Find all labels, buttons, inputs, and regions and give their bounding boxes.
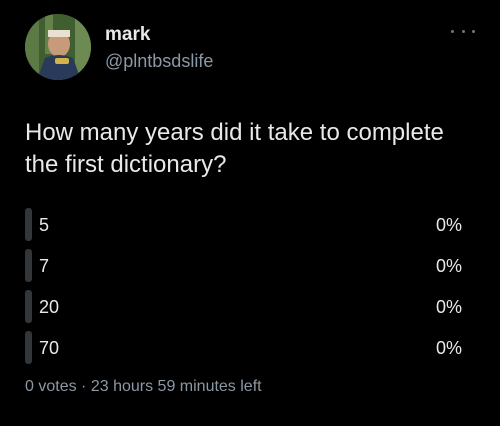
time-left: 23 hours 59 minutes left xyxy=(90,378,262,395)
poll-option-label: 7 xyxy=(39,256,50,276)
poll-bar xyxy=(25,249,32,282)
user-handle[interactable]: @plntbsdslife xyxy=(105,51,213,72)
more-dot xyxy=(461,29,465,33)
poll-option-percent: 0% xyxy=(435,338,462,358)
poll-bar xyxy=(25,290,32,323)
poll: 5 0% 7 0% 20 0% 70 0% xyxy=(25,208,465,372)
separator: · xyxy=(81,378,87,395)
poll-option: 20 0% xyxy=(25,290,465,323)
poll-option: 7 0% xyxy=(25,249,465,282)
poll-bar xyxy=(25,331,32,364)
poll-option: 5 0% xyxy=(25,208,465,241)
vote-count: 0 votes xyxy=(25,378,77,395)
tweet-text: How many years did it take to complete t… xyxy=(25,119,444,178)
display-name[interactable]: mark xyxy=(105,24,150,46)
poll-option-percent: 0% xyxy=(435,297,462,317)
poll-option-percent: 0% xyxy=(435,256,462,276)
poll-option: 70 0% xyxy=(25,331,465,364)
poll-bar xyxy=(25,208,32,241)
more-dot xyxy=(472,29,475,33)
tweet: mark @plntbsdslife How many years did it… xyxy=(0,0,500,426)
more-dot xyxy=(451,29,454,33)
avatar[interactable] xyxy=(25,14,91,80)
poll-option-percent: 0% xyxy=(435,215,462,235)
poll-option-label: 5 xyxy=(39,215,50,235)
more-horizontal-icon[interactable] xyxy=(451,24,475,38)
poll-option-label: 70 xyxy=(39,338,60,358)
poll-option-label: 20 xyxy=(39,297,60,317)
avatar-image xyxy=(25,14,91,80)
poll-footer: 0 votes · 23 hours 59 minutes left xyxy=(25,378,262,396)
